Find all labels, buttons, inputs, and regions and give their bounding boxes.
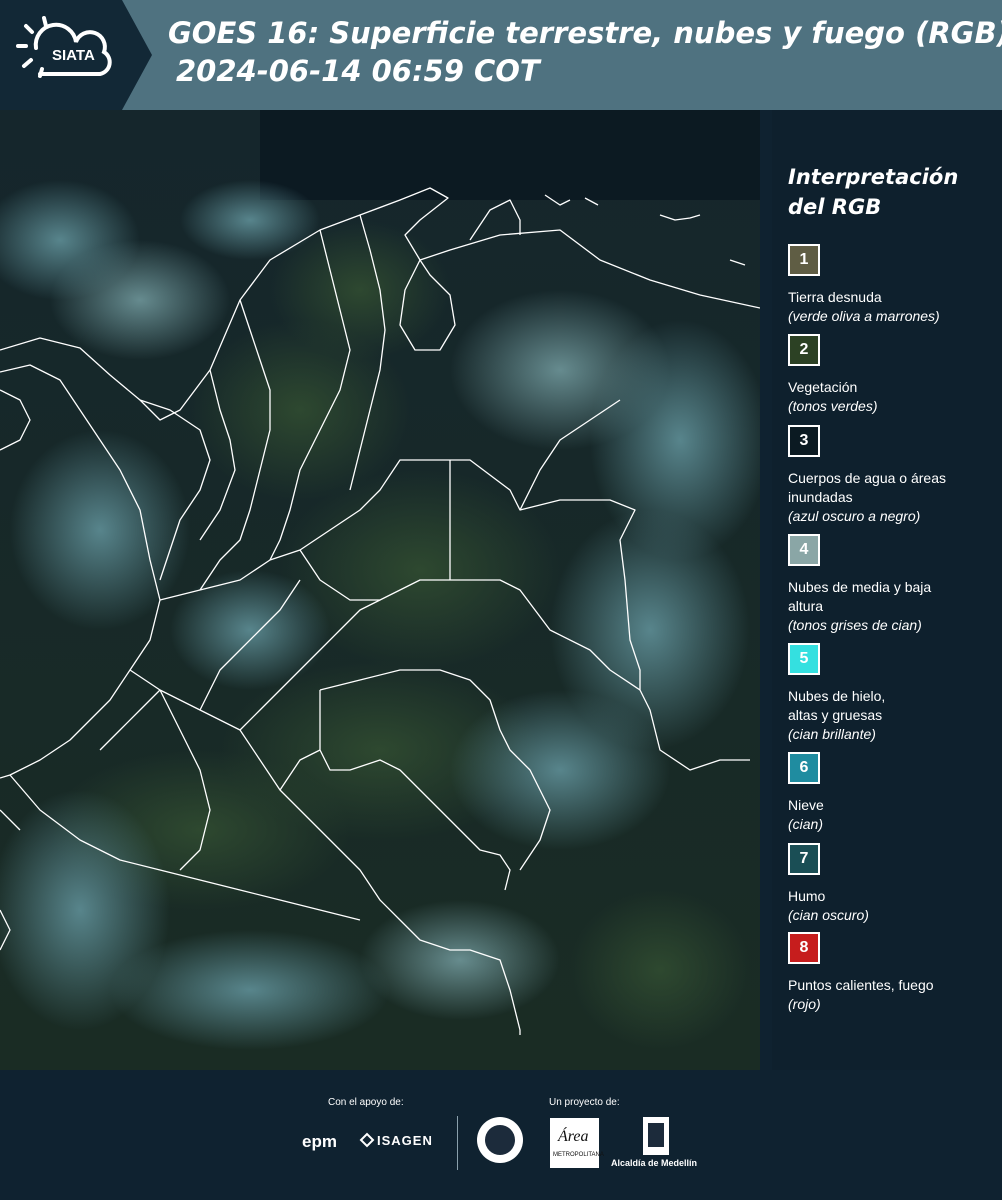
- alcaldia-shield-icon: [643, 1117, 669, 1155]
- legend-title-line-1: Interpretación: [788, 165, 959, 189]
- legend-item-1: 1 Tierra desnuda (verde oliva a marrones…: [788, 244, 1002, 326]
- legend-item-7: 7 Humo (cian oscuro): [788, 843, 1002, 925]
- legend-sub-4: (tonos grises de cian): [788, 617, 922, 633]
- legend-item-4: 4 Nubes de media y baja altura (tonos gr…: [788, 534, 1002, 635]
- title-line-1: GOES 16: Superficie terrestre, nubes y f…: [168, 16, 1002, 50]
- epm-logo[interactable]: epm: [302, 1132, 337, 1152]
- area-logo-text: Área: [558, 1128, 589, 1145]
- legend-sub-5: (cian brillante): [788, 726, 876, 742]
- legend-item-3: 3 Cuerpos de agua o áreas inundadas (azu…: [788, 425, 1002, 526]
- legend-label-2: Vegetación: [788, 379, 858, 395]
- legend-item-6: 6 Nieve (cian): [788, 752, 1002, 834]
- area-logo-sub: METROPOLITANA: [553, 1152, 604, 1158]
- legend-sub-2: (tonos verdes): [788, 398, 878, 414]
- alcaldia-logo[interactable]: Alcaldía de Medellín: [611, 1117, 701, 1173]
- footer-divider: [457, 1116, 458, 1170]
- legend-label-8: Puntos calientes, fuego: [788, 977, 934, 993]
- legend-label-6: Nieve: [788, 797, 824, 813]
- alcaldia-text: Alcaldía de Medellín: [611, 1158, 698, 1168]
- legend-sub-7: (cian oscuro): [788, 907, 869, 923]
- legend-swatch-3: 3: [788, 425, 820, 457]
- medellin-seal-icon[interactable]: [477, 1117, 523, 1163]
- project-label: Un proyecto de:: [549, 1097, 620, 1108]
- page-title: GOES 16: Superficie terrestre, nubes y f…: [168, 14, 1002, 90]
- legend-swatch-4: 4: [788, 534, 820, 566]
- legend-label-1: Tierra desnuda: [788, 289, 882, 305]
- legend-sub-3: (azul oscuro a negro): [788, 508, 921, 524]
- legend-sub-6: (cian): [788, 816, 824, 832]
- footer: Con el apoyo de: Un proyecto de: epm ISA…: [0, 1070, 1002, 1200]
- isagen-icon: [359, 1132, 375, 1153]
- legend-panel: Interpretación del RGB 1 Tierra desnuda …: [772, 110, 1002, 1070]
- legend-swatch-8: 8: [788, 932, 820, 964]
- header-bar: SIATA GOES 16: Superficie terrestre, nub…: [0, 0, 1002, 110]
- legend-swatch-2: 2: [788, 334, 820, 366]
- legend-sub-1: (verde oliva a marrones): [788, 308, 940, 324]
- satellite-map[interactable]: [0, 110, 760, 1070]
- logo-text: SIATA: [52, 47, 95, 64]
- legend-title: Interpretación del RGB: [788, 162, 998, 222]
- legend-swatch-5: 5: [788, 643, 820, 675]
- legend-sub-8: (rojo): [788, 996, 821, 1012]
- support-label: Con el apoyo de:: [328, 1097, 404, 1108]
- legend-label-4: Nubes de media y baja altura: [788, 579, 932, 614]
- legend-swatch-6: 6: [788, 752, 820, 784]
- legend-item-5: 5 Nubes de hielo, altas y gruesas (cian …: [788, 643, 1002, 744]
- legend-item-8: 8 Puntos calientes, fuego (rojo): [788, 932, 1002, 1014]
- legend-label-3: Cuerpos de agua o áreas inundadas: [788, 470, 946, 505]
- legend-label-5: Nubes de hielo, altas y gruesas: [788, 688, 886, 723]
- title-line-2: 2024-06-14 06:59 COT: [176, 54, 540, 88]
- legend-label-7: Humo: [788, 888, 826, 904]
- legend-title-line-2: del RGB: [788, 195, 882, 219]
- isagen-logo[interactable]: ISAGEN: [377, 1133, 433, 1148]
- legend-swatch-7: 7: [788, 843, 820, 875]
- legend-item-2: 2 Vegetación (tonos verdes): [788, 334, 1002, 416]
- area-metropolitana-logo[interactable]: Área METROPOLITANA: [550, 1118, 604, 1168]
- siata-logo[interactable]: SIATA: [0, 0, 152, 110]
- legend-swatch-1: 1: [788, 244, 820, 276]
